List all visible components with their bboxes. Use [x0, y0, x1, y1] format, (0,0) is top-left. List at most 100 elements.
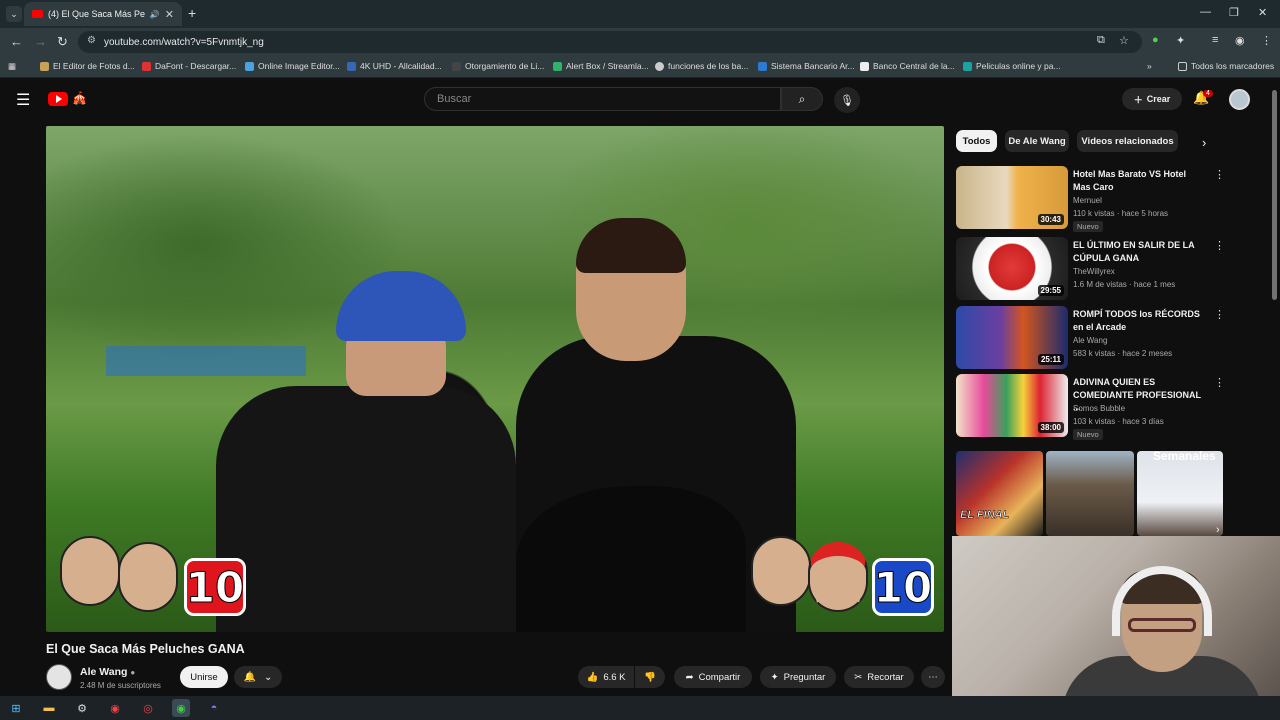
subscriber-count: 2.48 M de suscriptores: [80, 681, 161, 690]
video-thumbnail[interactable]: 25:11: [956, 306, 1068, 369]
recommendation-title[interactable]: EL ÚLTIMO EN SALIR DE LA CÚPULA GANA: [1073, 239, 1205, 264]
recommendation-meta: 103 k vistas · hace 3 días: [1073, 417, 1164, 426]
scissors-icon: ✂: [854, 671, 863, 683]
reload-icon[interactable]: ↻: [57, 34, 68, 50]
like-button[interactable]: 👍 6.6 K: [578, 666, 634, 688]
browser-tab[interactable]: (4) El Que Saca Más Peluche 🔊 ✕: [24, 2, 182, 26]
install-icon[interactable]: ⧉: [1097, 34, 1105, 47]
recommendation-title[interactable]: Hotel Mas Barato VS Hotel Mas Caro: [1073, 168, 1205, 193]
tab-close-icon[interactable]: ✕: [165, 8, 174, 21]
more-actions-button[interactable]: ⋯: [921, 666, 945, 688]
team-face-badge: [118, 542, 178, 612]
more-icon: ⋯: [928, 671, 938, 683]
settings-gear-icon[interactable]: ⚙: [73, 699, 91, 717]
restore-icon[interactable]: ❐: [1229, 6, 1239, 19]
bookmark-item[interactable]: El Editor de Fotos d...: [40, 61, 135, 71]
recommendation-channel[interactable]: Ale Wang: [1073, 336, 1107, 345]
more-icon[interactable]: ⋮: [1214, 239, 1225, 252]
browser-menu-icon[interactable]: ⋮: [1261, 34, 1272, 47]
profile-icon[interactable]: ◉: [1235, 34, 1245, 47]
minimize-icon[interactable]: —: [1200, 6, 1211, 18]
recommendation-item[interactable]: 30:43 Hotel Mas Barato VS Hotel Mas Caro…: [956, 166, 1225, 232]
omnibox[interactable]: ⚙ youtube.com/watch?v=5Fvnmtjk_ng: [78, 31, 1142, 53]
video-player[interactable]: 10 10: [46, 126, 944, 632]
chip-todos[interactable]: Todos: [956, 130, 997, 152]
channel-avatar[interactable]: [46, 664, 72, 690]
voice-search-button[interactable]: 🎙: [834, 87, 860, 113]
video-thumbnail[interactable]: 29:55: [956, 237, 1068, 300]
clip-button[interactable]: ✂ Recortar: [844, 666, 914, 688]
recommendation-title[interactable]: ROMPÍ TODOS los RÉCORDS en el Arcade: [1073, 308, 1205, 333]
search-icon: ⌕: [798, 91, 806, 106]
extensions-puzzle-icon[interactable]: ✦: [1176, 34, 1185, 47]
join-button[interactable]: Unirse: [180, 666, 228, 688]
chrome-active-icon[interactable]: ◉: [172, 699, 190, 717]
recommendation-meta: 110 k vistas · hace 5 horas: [1073, 209, 1169, 218]
dislike-button[interactable]: 👎: [635, 666, 665, 688]
extension-icon[interactable]: ●: [1152, 34, 1159, 46]
bookmark-item[interactable]: Alert Box / Streamla...: [553, 61, 649, 71]
chevron-right-icon[interactable]: ›: [1202, 135, 1206, 150]
recommendation-channel[interactable]: Somos Bubble: [1073, 404, 1125, 413]
recommendation-item[interactable]: 38:00 ADIVINA QUIEN ES COMEDIANTE PROFES…: [956, 374, 1225, 440]
subscription-bell-button[interactable]: 🔔 ⌄: [234, 666, 282, 688]
scrollbar[interactable]: [1272, 90, 1277, 300]
new-tab-icon[interactable]: +: [188, 5, 196, 21]
bookmark-item[interactable]: Sistema Bancario Ar...: [758, 61, 855, 71]
background-structure: [106, 346, 306, 376]
short-thumbnail[interactable]: [1137, 451, 1223, 536]
account-avatar[interactable]: [1229, 89, 1250, 110]
address-toolbar: ← → ↻ ⚙ youtube.com/watch?v=5Fvnmtjk_ng …: [0, 28, 1280, 56]
more-bookmarks-icon[interactable]: »: [1147, 61, 1152, 71]
recommendation-channel[interactable]: TheWillyrex: [1073, 267, 1115, 276]
bookmark-item[interactable]: Peliculas online y pa...: [963, 61, 1061, 71]
tab-title: (4) El Que Saca Más Peluche: [48, 9, 145, 19]
site-info-icon[interactable]: ⚙: [87, 35, 96, 46]
chip-related[interactable]: Videos relacionados: [1077, 130, 1178, 152]
short-thumbnail[interactable]: EL FINAL: [956, 451, 1043, 536]
create-button[interactable]: ＋ Crear: [1122, 88, 1182, 110]
bookmark-star-icon[interactable]: ☆: [1119, 34, 1129, 47]
bookmark-item[interactable]: Banco Central de la...: [860, 61, 955, 71]
bookmark-item[interactable]: DaFont - Descargar...: [142, 61, 236, 71]
more-icon[interactable]: ⋮: [1214, 376, 1225, 389]
team-face-badge: [60, 536, 120, 606]
share-button[interactable]: ➦ Compartir: [674, 666, 752, 688]
recommendation-channel[interactable]: Mernuel: [1073, 196, 1102, 205]
recommendation-item[interactable]: 29:55 EL ÚLTIMO EN SALIR DE LA CÚPULA GA…: [956, 237, 1225, 301]
video-thumbnail[interactable]: 38:00: [956, 374, 1068, 437]
more-icon[interactable]: ⋮: [1214, 168, 1225, 181]
forward-icon[interactable]: →: [34, 34, 47, 49]
search-input[interactable]: Buscar: [424, 87, 781, 111]
all-bookmarks-folder[interactable]: Todos los marcadores: [1178, 61, 1274, 71]
search-button[interactable]: ⌕: [781, 87, 823, 111]
bookmark-item[interactable]: funciones de los ba...: [655, 61, 748, 71]
doodle-icon[interactable]: 🎪: [72, 91, 87, 105]
chrome-icon[interactable]: ◉: [106, 699, 124, 717]
tab-search-icon[interactable]: ⌄: [6, 6, 22, 22]
media-control-icon[interactable]: ≡: [1212, 34, 1218, 46]
shelf-next-icon[interactable]: ›: [1216, 524, 1220, 536]
person-right-hair: [576, 218, 686, 273]
channel-name[interactable]: Ale Wang ●: [80, 666, 135, 678]
apps-icon[interactable]: ▦: [8, 61, 16, 72]
new-badge: Nuevo: [1073, 221, 1103, 232]
windows-start-icon[interactable]: ⊞: [7, 699, 25, 717]
discord-icon[interactable]: ◓: [205, 699, 223, 717]
glasses: [1128, 618, 1196, 632]
guide-menu-icon[interactable]: ☰: [16, 90, 30, 110]
more-icon[interactable]: ⋮: [1214, 308, 1225, 321]
obs-icon[interactable]: ◎: [139, 699, 157, 717]
bookmark-item[interactable]: Online Image Editor...: [245, 61, 340, 71]
chip-channel[interactable]: De Ale Wang: [1005, 130, 1069, 152]
bookmark-item[interactable]: 4K UHD - Allcalidad...: [347, 61, 442, 71]
close-window-icon[interactable]: ✕: [1258, 6, 1267, 19]
bookmark-item[interactable]: Otorgamiento de Li...: [452, 61, 544, 71]
video-thumbnail[interactable]: 30:43: [956, 166, 1068, 229]
file-explorer-icon[interactable]: ▬: [40, 699, 58, 717]
short-thumbnail[interactable]: [1046, 451, 1134, 536]
black-bag: [516, 486, 746, 632]
recommendation-item[interactable]: 25:11 ROMPÍ TODOS los RÉCORDS en el Arca…: [956, 306, 1225, 370]
ask-button[interactable]: ✦ Preguntar: [760, 666, 836, 688]
back-icon[interactable]: ←: [10, 34, 23, 49]
